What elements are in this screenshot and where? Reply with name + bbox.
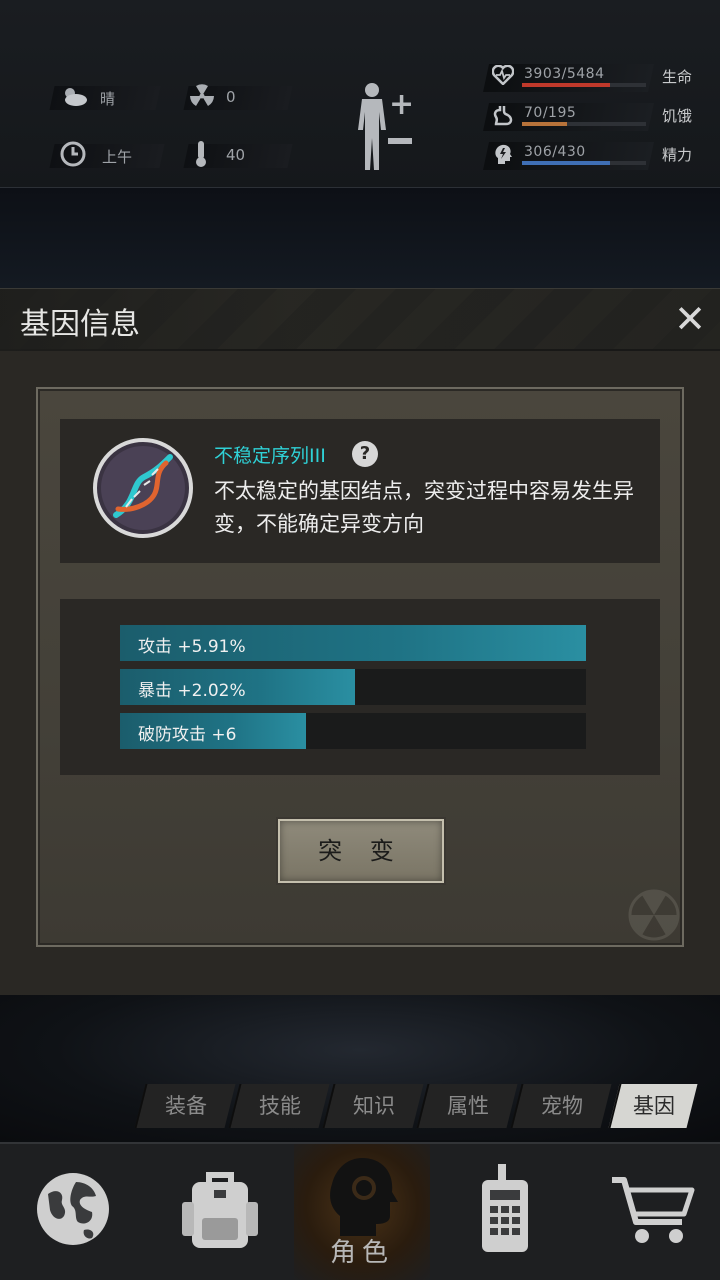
nav-character-label: 角色	[329, 1238, 394, 1268]
tab-skills[interactable]: 技能	[228, 1084, 330, 1128]
nav-character[interactable]: 角色	[294, 1144, 430, 1280]
help-icon[interactable]: ?	[352, 441, 378, 467]
health-bar	[522, 83, 646, 87]
nav-shop[interactable]	[580, 1144, 720, 1280]
bonus-list: 攻击 +5.91% 暴击 +2.02% 破防攻击 +6	[60, 599, 660, 775]
nav-radio[interactable]	[430, 1144, 580, 1280]
globe-icon	[37, 1173, 109, 1245]
health-stat: 3903/5484 生命	[483, 64, 706, 94]
energy-bar-fill	[522, 161, 611, 165]
shopping-cart-icon	[612, 1177, 695, 1243]
radiation-watermark-icon	[628, 889, 680, 941]
heart-icon	[491, 64, 515, 90]
gene-panel: 不稳定序列III ? 不太稳定的基因结点，突变过程中容易发生异变，不能确定异变方…	[36, 387, 684, 947]
hunger-label: 饥饿	[662, 107, 693, 125]
mutate-button-label: 突 变	[318, 837, 404, 865]
energy-label: 精力	[662, 146, 693, 164]
time-value: 上午	[102, 148, 133, 166]
mutate-button[interactable]: 突 变	[278, 819, 444, 883]
gene-info-box: 不稳定序列III ? 不太稳定的基因结点，突变过程中容易发生异变，不能确定异变方…	[60, 419, 660, 563]
bonus-bar-attack: 攻击 +5.91%	[120, 625, 586, 661]
close-icon[interactable]: ✕	[670, 295, 710, 343]
hunger-value: 70/195	[524, 105, 577, 121]
tab-knowledge[interactable]: 知识	[322, 1084, 424, 1128]
health-bar-fill	[522, 83, 611, 87]
energy-stat: 306/430 精力	[483, 142, 706, 172]
dialog-title: 基因信息	[20, 307, 140, 342]
cloud-sun-icon	[60, 84, 88, 114]
character-head-icon	[330, 1158, 398, 1236]
walkie-talkie-icon	[482, 1164, 528, 1252]
health-label: 生命	[662, 68, 693, 86]
stomach-icon	[492, 104, 514, 131]
tab-genes[interactable]: 基因	[608, 1084, 698, 1128]
radiation-icon	[190, 84, 214, 114]
hunger-stat: 70/195 饥饿	[483, 103, 706, 133]
bonus-label-armor-break: 破防攻击 +6	[138, 725, 237, 745]
bonus-bar-armor-break: 破防攻击 +6	[120, 713, 586, 749]
dna-icon	[93, 438, 193, 538]
tab-attributes[interactable]: 属性	[416, 1084, 518, 1128]
bonus-label-crit: 暴击 +2.02%	[138, 681, 246, 701]
character-body-icon[interactable]	[350, 82, 394, 172]
tab-equipment[interactable]: 装备	[134, 1084, 236, 1128]
temperature-value: 40	[226, 146, 246, 164]
hunger-bar	[522, 122, 646, 126]
energy-bar	[522, 161, 646, 165]
thermometer-icon	[194, 140, 208, 174]
backpack-icon	[182, 1172, 258, 1248]
health-value: 3903/5484	[524, 66, 605, 82]
nav-world-map[interactable]	[0, 1144, 146, 1280]
hunger-bar-fill	[522, 122, 567, 126]
minus-icon[interactable]	[388, 138, 412, 144]
scene-strip	[0, 188, 720, 288]
gene-name: 不稳定序列III	[214, 445, 326, 467]
weather-value: 晴	[100, 90, 116, 108]
gene-description: 不太稳定的基因结点，突变过程中容易发生异变，不能确定异变方向	[214, 479, 634, 536]
dialog-header: 基因信息 ✕	[0, 289, 720, 351]
character-tabs: 装备 技能 知识 属性 宠物 基因	[130, 1084, 700, 1128]
nav-backpack[interactable]	[146, 1144, 294, 1280]
bonus-label-attack: 攻击 +5.91%	[138, 637, 246, 657]
bonus-bar-crit: 暴击 +2.02%	[120, 669, 586, 705]
clock-icon	[60, 141, 86, 173]
radiation-value: 0	[226, 88, 236, 106]
energy-value: 306/430	[524, 144, 586, 160]
status-hud: 晴 0 上午 40 + 3903/5484 生命 70/195 饥饿 306/4…	[0, 0, 720, 188]
tab-pets[interactable]: 宠物	[510, 1084, 612, 1128]
gene-info-dialog: 基因信息 ✕ 不稳定序列III ? 不太稳定的基因结点，突变过程中容易发生异变，…	[0, 288, 720, 995]
energy-icon	[492, 143, 514, 170]
bottom-nav: 角色	[0, 1142, 720, 1280]
plus-icon[interactable]: +	[389, 90, 414, 120]
